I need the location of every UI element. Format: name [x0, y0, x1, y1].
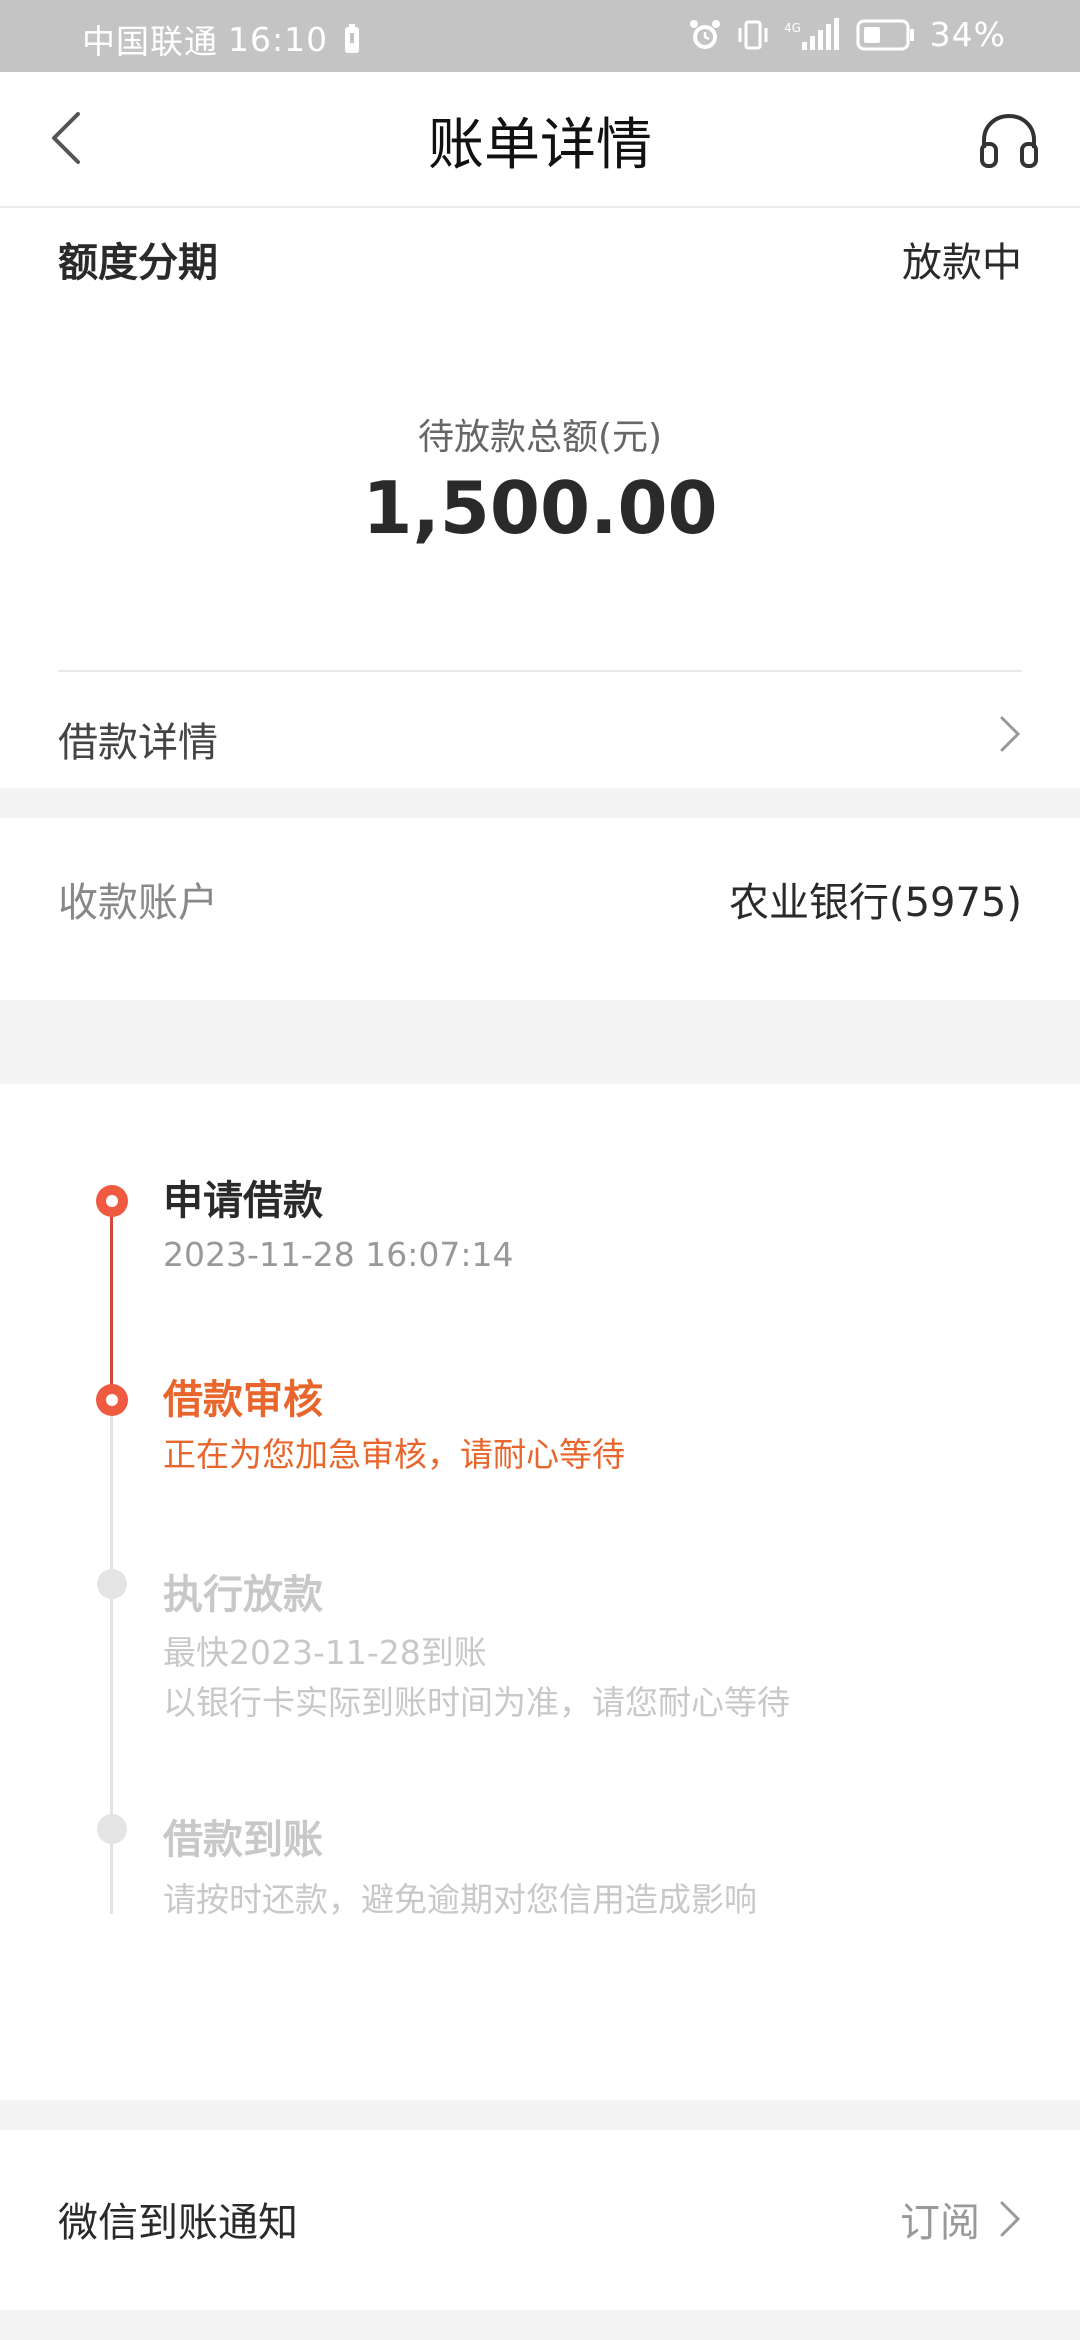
amount-label: 待放款总额(元): [417, 417, 663, 458]
wechat-notify-card: 微信到账通知 订阅: [0, 2130, 1080, 2310]
loan-detail-row[interactable]: 借款详情: [58, 704, 1022, 774]
step-sub-arrival: 请按时还款，避免逾期对您信用造成影响: [163, 1880, 757, 1919]
step-dot-pending: [97, 1814, 127, 1844]
amount-value: 1,500.00: [362, 466, 718, 550]
step-dot-current: [96, 1384, 128, 1416]
subscribe-action[interactable]: 订阅: [900, 2190, 1022, 2248]
step-sub-disburse-1: 最快2023-11-28到账: [163, 1633, 487, 1672]
product-name: 额度分期: [58, 240, 218, 286]
wechat-notify-row[interactable]: 微信到账通知 订阅: [58, 2190, 1022, 2248]
step-sub-review: 正在为您加急审核，请耐心等待: [163, 1435, 625, 1474]
chevron-right-icon: [998, 2199, 1022, 2239]
status-bar: 中国联通 16:10 4G 34%: [0, 0, 1080, 72]
nav-bar: 账单详情: [0, 72, 1080, 208]
clock: 16:10: [228, 19, 329, 59]
summary-header: 额度分期 放款中: [58, 230, 1022, 288]
svg-text:4G: 4G: [784, 21, 801, 35]
step-sub-apply: 2023-11-28 16:07:14: [163, 1235, 514, 1274]
loan-detail-label: 借款详情: [58, 720, 218, 766]
step-title-disburse: 执行放款: [163, 1572, 323, 1618]
subscribe-label: 订阅: [900, 2200, 980, 2246]
step-title-apply: 申请借款: [163, 1178, 323, 1224]
step-dot-pending: [97, 1569, 127, 1599]
account-label: 收款账户: [58, 880, 218, 926]
status-badge: 放款中: [902, 240, 1022, 286]
progress-timeline-card: 申请借款 2023-11-28 16:07:14 借款审核 正在为您加急审核，请…: [0, 1084, 1080, 2100]
status-right: 4G 34%: [688, 15, 1006, 54]
battery-icon: [856, 19, 916, 51]
battery-level: 34%: [929, 15, 1006, 54]
headset-icon[interactable]: [978, 110, 1040, 172]
signal-icon: 4G: [784, 17, 842, 52]
receiving-account-row: 收款账户 农业银行(5975): [58, 870, 1022, 928]
receiving-account-card: 收款账户 农业银行(5975): [0, 818, 1080, 1000]
step-title-arrival: 借款到账: [163, 1817, 323, 1863]
divider: [58, 670, 1022, 672]
step-title-review: 借款审核: [163, 1377, 323, 1423]
alarm-icon: [688, 18, 722, 52]
battery-saver-icon: [344, 24, 360, 54]
wechat-notify-label: 微信到账通知: [58, 2200, 298, 2246]
chevron-right-icon: [998, 714, 1022, 764]
account-value: 农业银行(5975): [728, 880, 1022, 926]
step-sub-disburse-2: 以银行卡实际到账时间为准，请您耐心等待: [163, 1683, 790, 1722]
timeline-line-done: [110, 1208, 113, 1388]
page-title: 账单详情: [428, 113, 652, 178]
bill-summary-card: 额度分期 放款中 待放款总额(元) 1,500.00 借款详情: [0, 208, 1080, 788]
carrier-label: 中国联通: [82, 22, 218, 61]
vibrate-icon: [736, 18, 770, 52]
status-left: 中国联通 16:10: [82, 15, 374, 63]
step-dot-done: [96, 1185, 128, 1217]
